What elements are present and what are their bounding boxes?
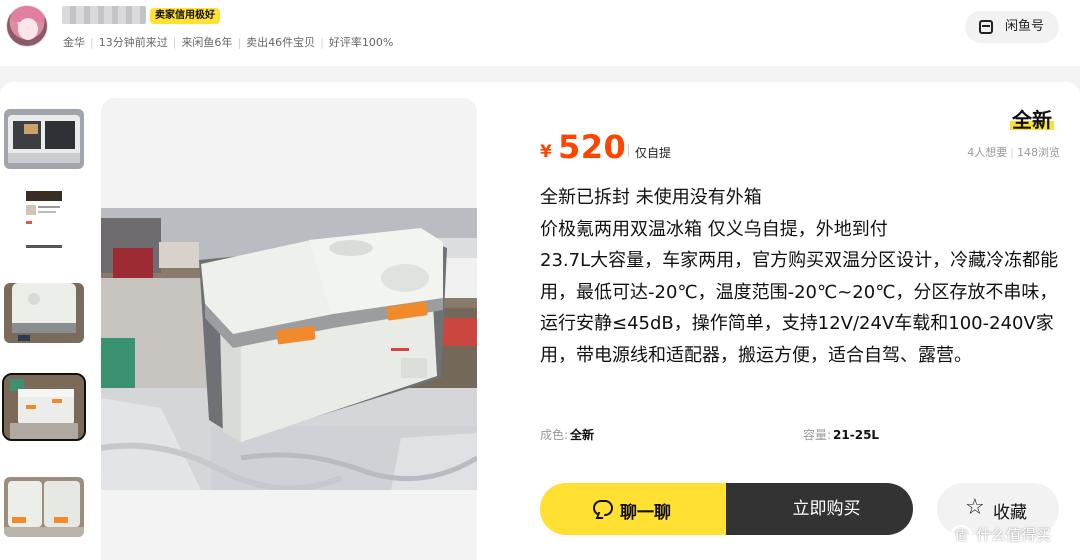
seller-tenure: 来闲鱼6年 <box>181 36 233 49</box>
seller-location: 金华 <box>63 36 85 49</box>
listing-stats: 4人想要 | 148浏览 <box>967 144 1060 160</box>
thumbnail-5[interactable] <box>4 477 84 537</box>
xianyu-id-label: 闲鱼号 <box>1005 19 1045 34</box>
watermark-text: 什么值得买 <box>976 526 1052 544</box>
seller-bar: 卖家信用极好 金华 | 13分钟前来过 | 来闲鱼6年 | 卖出46件宝贝 | 好评率100% … <box>0 0 1080 66</box>
delivery-method: 仅自提 <box>635 146 672 160</box>
stats-divider: | <box>1010 146 1014 159</box>
meta-divider: | <box>90 36 94 49</box>
meta-divider: | <box>237 36 242 49</box>
currency-symbol: ¥ <box>540 142 552 162</box>
attribute-capacity: 容量: 21-25L <box>803 426 879 443</box>
action-bar: 聊一聊 立即购买 <box>540 483 913 535</box>
chat-bubble-icon <box>593 500 613 516</box>
star-icon: ☆ <box>965 495 985 520</box>
thumbnail-2[interactable] <box>4 191 84 251</box>
seller-name-blurred[interactable] <box>62 6 146 24</box>
watermark-logo-icon: 值 <box>950 524 972 547</box>
seller-rating: 好评率100% <box>328 36 394 49</box>
seller-avatar[interactable] <box>6 5 48 47</box>
thumbnail-4-selected[interactable] <box>2 373 86 441</box>
seller-last-seen: 13分钟前来过 <box>98 36 168 49</box>
seller-meta: 金华 | 13分钟前来过 | 来闲鱼6年 | 卖出46件宝贝 | 好评率100% <box>60 34 396 50</box>
attribute-key: 容量: <box>803 428 832 442</box>
image-gallery[interactable] <box>101 98 477 560</box>
price-divider <box>628 144 629 157</box>
seller-sold-count: 卖出46件宝贝 <box>246 36 316 49</box>
thumbnail-1[interactable] <box>4 109 84 169</box>
meta-divider: | <box>172 36 177 49</box>
buy-now-button[interactable]: 立即购买 <box>726 483 913 535</box>
chat-label: 聊一聊 <box>620 503 671 523</box>
listing-description: 全新已拆封 未使用没有外箱 价极氪两用双温冰箱 仅义乌自提，外地到付 23.7L… <box>540 187 1059 366</box>
views-count: 148浏览 <box>1017 146 1060 159</box>
attribute-value: 21-25L <box>833 428 880 442</box>
xianyu-id-button[interactable]: 闲鱼号 <box>965 11 1059 43</box>
xianyu-id-icon <box>979 20 993 34</box>
attribute-condition: 成色: 全新 <box>540 426 594 443</box>
favorite-label: 收藏 <box>993 503 1027 523</box>
listing-card: 全新 ¥ 520 仅自提 4人想要 | 148浏览 全新已拆封 未使用没有外箱 价极… <box>0 82 1080 560</box>
meta-divider: | <box>320 36 324 49</box>
credit-badge: 卖家信用极好 <box>150 8 220 24</box>
attribute-value: 全新 <box>570 428 595 442</box>
avatar-face <box>18 18 38 40</box>
main-product-photo[interactable] <box>101 208 477 490</box>
condition-tag: 全新 <box>1010 104 1054 133</box>
site-watermark: 值什么值得买 <box>950 524 1051 552</box>
thumbnail-3[interactable] <box>4 283 84 343</box>
attribute-key: 成色: <box>540 428 569 442</box>
chat-button[interactable]: 聊一聊 <box>540 483 740 535</box>
price-value: 520 <box>558 128 627 166</box>
wants-count: 4人想要 <box>967 146 1008 159</box>
